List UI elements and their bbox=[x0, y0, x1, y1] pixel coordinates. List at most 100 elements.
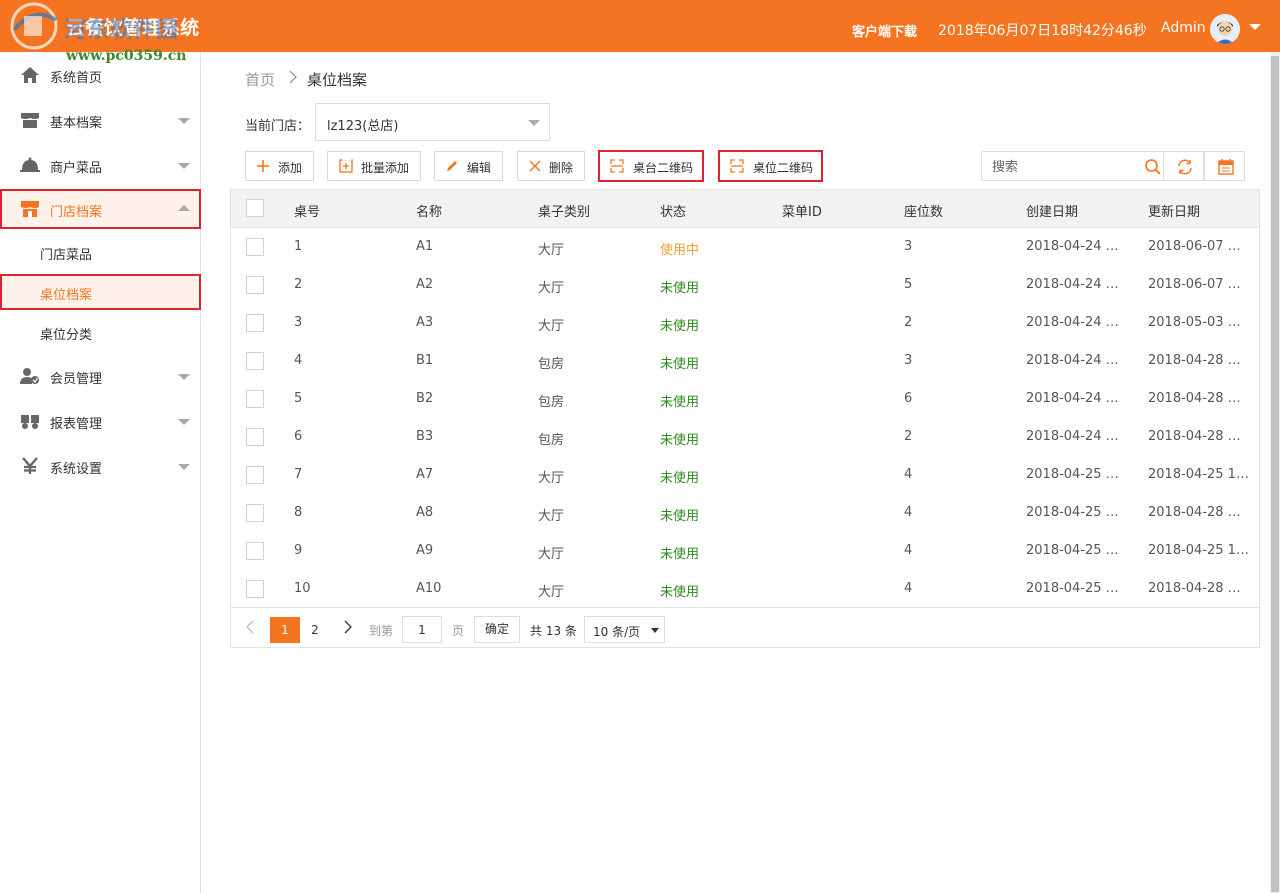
shop-icon bbox=[21, 201, 39, 217]
cell-created: 2018-04-25 … bbox=[1026, 467, 1119, 482]
search-input[interactable] bbox=[992, 158, 1132, 176]
page-number-current[interactable]: 1 bbox=[270, 617, 300, 643]
sidebar-item-members[interactable]: 会员管理 bbox=[0, 356, 201, 396]
row-checkbox[interactable] bbox=[246, 238, 264, 256]
cell-created: 2018-04-25 … bbox=[1026, 543, 1119, 558]
refresh-button[interactable] bbox=[1163, 151, 1204, 181]
sidebar-item-label: 商户菜品 bbox=[50, 161, 103, 176]
chevron-down-icon bbox=[178, 419, 190, 425]
user-name[interactable]: Admin bbox=[1161, 20, 1206, 36]
sidebar-subitem-table-category[interactable]: 桌位分类 bbox=[0, 314, 201, 350]
sidebar-subitem-label: 门店菜品 bbox=[40, 248, 93, 263]
store-select[interactable]: lz123(总店) bbox=[315, 103, 550, 141]
page-size-select[interactable]: 10 条/页 bbox=[584, 616, 665, 643]
cell-created: 2018-04-24 … bbox=[1026, 429, 1119, 444]
row-checkbox[interactable] bbox=[246, 428, 264, 446]
sidebar-item-label: 门店档案 bbox=[50, 205, 103, 220]
delete-button[interactable]: 删除 bbox=[517, 151, 585, 181]
chevron-right-icon[interactable] bbox=[343, 620, 353, 634]
table-row[interactable]: 4 B1 包房 未使用 3 2018-04-24 … 2018-04-28 … bbox=[231, 342, 1259, 380]
avatar[interactable] bbox=[1210, 14, 1240, 44]
table-header: 桌号 名称 桌子类别 状态 菜单ID 座位数 创建日期 更新日期 bbox=[231, 190, 1259, 228]
column-header: 桌子类别 bbox=[538, 205, 591, 220]
chevron-down-icon[interactable] bbox=[1249, 24, 1261, 30]
table-qrcode-button[interactable]: 桌台二维码 bbox=[598, 150, 704, 182]
edit-button[interactable]: 编辑 bbox=[434, 151, 503, 181]
cell-updated: 2018-06-07 … bbox=[1148, 239, 1241, 254]
add-button[interactable]: 添加 bbox=[245, 151, 314, 181]
cell-updated: 2018-06-07 … bbox=[1148, 277, 1241, 292]
sidebar-item-label: 基本档案 bbox=[50, 116, 103, 131]
cell-seats: 5 bbox=[904, 277, 913, 292]
row-checkbox[interactable] bbox=[246, 542, 264, 560]
column-header: 菜单ID bbox=[782, 205, 822, 220]
export-button[interactable] bbox=[1204, 151, 1245, 181]
breadcrumb-home[interactable]: 首页 bbox=[245, 69, 275, 90]
table-row[interactable]: 6 B3 包房 未使用 2 2018-04-24 … 2018-04-28 … bbox=[231, 418, 1259, 456]
cell-seats: 2 bbox=[904, 315, 913, 330]
cell-created: 2018-04-24 … bbox=[1026, 353, 1119, 368]
cell-no: 9 bbox=[294, 543, 303, 558]
chevron-right-icon bbox=[289, 70, 297, 84]
sidebar-subitem-store-dishes[interactable]: 门店菜品 bbox=[0, 234, 201, 270]
goto-confirm-button[interactable]: 确定 bbox=[474, 616, 520, 643]
page-number[interactable]: 2 bbox=[300, 617, 330, 643]
search-icon[interactable] bbox=[1144, 158, 1162, 176]
column-header: 状态 bbox=[660, 205, 687, 220]
table-row[interactable]: 9 A9 大厅 未使用 4 2018-04-25 … 2018-04-25 1… bbox=[231, 532, 1259, 570]
add-button-label: 添加 bbox=[278, 161, 303, 175]
sidebar-item-label: 系统首页 bbox=[50, 71, 103, 86]
sidebar-item-reports[interactable]: 报表管理 bbox=[0, 401, 201, 441]
table-row[interactable]: 7 A7 大厅 未使用 4 2018-04-25 … 2018-04-25 1… bbox=[231, 456, 1259, 494]
cell-type: 大厅 bbox=[538, 281, 565, 296]
data-table: 桌号 名称 桌子类别 状态 菜单ID 座位数 创建日期 更新日期 1 A1 大厅 使用… bbox=[230, 189, 1260, 648]
search-box bbox=[981, 151, 1164, 181]
table-row[interactable]: 1 A1 大厅 使用中 3 2018-04-24 … 2018-06-07 … bbox=[231, 228, 1259, 266]
seat-qrcode-button[interactable]: 桌位二维码 bbox=[718, 150, 823, 182]
row-checkbox[interactable] bbox=[246, 580, 264, 598]
scrollbar-thumb[interactable] bbox=[1271, 56, 1279, 892]
sidebar-item-merchant-dishes[interactable]: 商户菜品 bbox=[0, 145, 201, 185]
cell-created: 2018-04-24 … bbox=[1026, 391, 1119, 406]
row-checkbox[interactable] bbox=[246, 504, 264, 522]
watermark-text: 河东软件园 bbox=[64, 18, 180, 43]
table-row[interactable]: 5 B2 包房 未使用 6 2018-04-24 … 2018-04-28 … bbox=[231, 380, 1259, 418]
cell-seats: 6 bbox=[904, 391, 913, 406]
row-checkbox[interactable] bbox=[246, 352, 264, 370]
row-checkbox[interactable] bbox=[246, 466, 264, 484]
qrcode-icon bbox=[610, 159, 624, 173]
pagination: 1 2 到第 页 确定 共 13 条 10 条/页 bbox=[231, 607, 1259, 647]
sidebar-item-settings[interactable]: 系统设置 bbox=[0, 446, 201, 486]
row-checkbox[interactable] bbox=[246, 276, 264, 294]
calendar-icon bbox=[1218, 159, 1234, 175]
page-scrollbar[interactable] bbox=[1270, 52, 1280, 893]
table-row[interactable]: 8 A8 大厅 未使用 4 2018-04-25 … 2018-04-28 … bbox=[231, 494, 1259, 532]
cell-seats: 3 bbox=[904, 239, 913, 254]
cell-name: A3 bbox=[416, 315, 434, 330]
cell-updated: 2018-04-28 … bbox=[1148, 581, 1241, 596]
sidebar-subitem-label: 桌位分类 bbox=[40, 328, 93, 343]
client-download-link[interactable]: 客户端下载 bbox=[852, 21, 917, 40]
sidebar-subitem-table-archive[interactable]: 桌位档案 bbox=[0, 274, 201, 310]
pencil-icon bbox=[447, 161, 457, 171]
row-checkbox[interactable] bbox=[246, 390, 264, 408]
column-header: 座位数 bbox=[904, 205, 944, 220]
sidebar-item-basic-archive[interactable]: 基本档案 bbox=[0, 100, 201, 140]
cell-created: 2018-04-24 … bbox=[1026, 315, 1119, 330]
chevron-left-icon[interactable] bbox=[245, 620, 255, 634]
cell-seats: 4 bbox=[904, 467, 913, 482]
sidebar: 系统首页 基本档案 商户菜品 门店档案 门店菜品 桌位档案 桌位分类 会员管理 … bbox=[0, 52, 201, 893]
batch-add-button-label: 批量添加 bbox=[361, 161, 410, 175]
cell-name: B2 bbox=[416, 391, 434, 406]
table-row[interactable]: 10 A10 大厅 未使用 4 2018-04-25 … 2018-04-28 … bbox=[231, 570, 1259, 608]
column-header: 桌号 bbox=[294, 205, 321, 220]
table-row[interactable]: 3 A3 大厅 未使用 2 2018-04-24 … 2018-05-03 … bbox=[231, 304, 1259, 342]
batch-add-button[interactable]: 批量添加 bbox=[327, 151, 421, 181]
sidebar-item-store-archive[interactable]: 门店档案 bbox=[0, 189, 201, 229]
goto-page-input[interactable] bbox=[402, 616, 442, 643]
table-row[interactable]: 2 A2 大厅 未使用 5 2018-04-24 … 2018-06-07 … bbox=[231, 266, 1259, 304]
cell-updated: 2018-04-28 … bbox=[1148, 429, 1241, 444]
row-checkbox[interactable] bbox=[246, 314, 264, 332]
cell-type: 大厅 bbox=[538, 547, 565, 562]
select-all-checkbox[interactable] bbox=[246, 199, 264, 217]
